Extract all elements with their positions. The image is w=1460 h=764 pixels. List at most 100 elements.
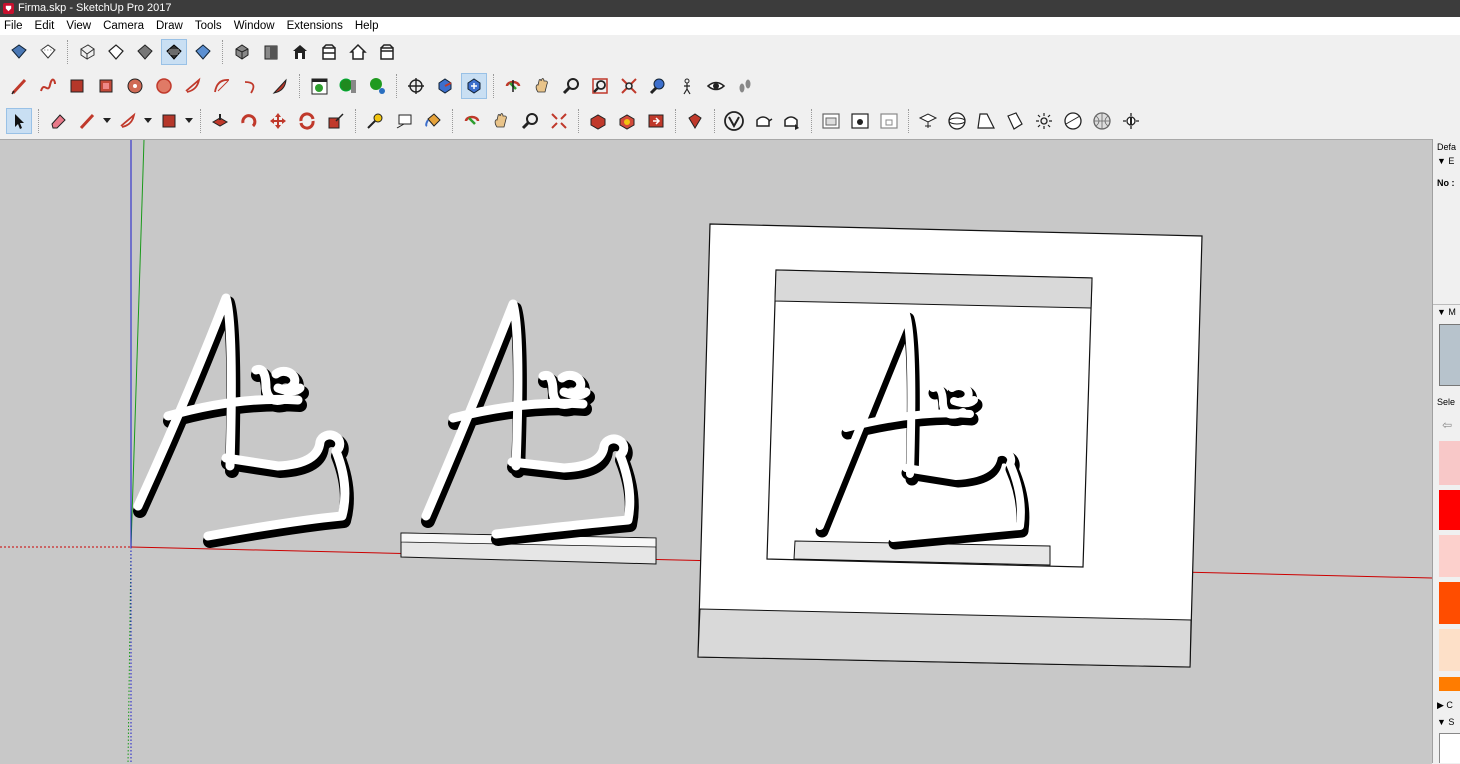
zoom-extents-tool-icon[interactable] <box>616 73 642 99</box>
material-swatch-1[interactable] <box>1439 441 1460 485</box>
position-camera-person-icon[interactable] <box>674 73 700 99</box>
arc-dropdown-arrow-icon[interactable] <box>144 108 152 134</box>
3d-warehouse-icon[interactable] <box>585 108 611 134</box>
right-view-icon[interactable] <box>316 39 342 65</box>
back-arrow-icon[interactable]: ⇦ <box>1442 418 1452 432</box>
shape-dropdown-arrow-icon[interactable] <box>185 108 193 134</box>
look-around-eye-icon[interactable] <box>703 73 729 99</box>
tape-measure-tool-icon[interactable] <box>362 108 388 134</box>
line-tool-icon[interactable] <box>6 73 32 99</box>
extension-warehouse-icon[interactable] <box>614 108 640 134</box>
back-view-icon[interactable] <box>345 39 371 65</box>
vray-spot-light-icon[interactable] <box>973 108 999 134</box>
shaded-textures-style-icon[interactable] <box>161 39 187 65</box>
hidden-line-style-icon[interactable] <box>103 39 129 65</box>
previous-view-icon[interactable] <box>645 73 671 99</box>
menu-draw[interactable]: Draw <box>151 20 190 32</box>
entity-info-header[interactable]: ▼ E <box>1437 156 1454 166</box>
material-swatch-3[interactable] <box>1439 535 1460 577</box>
two-point-arc-tool-icon[interactable] <box>209 73 235 99</box>
position-camera-icon[interactable] <box>403 73 429 99</box>
vray-sun-light-icon[interactable] <box>1118 108 1144 134</box>
xray-style-icon[interactable] <box>6 39 32 65</box>
model-scene[interactable] <box>0 140 1432 764</box>
vray-dome-light-icon[interactable] <box>1060 108 1086 134</box>
follow-me-tool-icon[interactable] <box>236 108 262 134</box>
arc-tool-icon[interactable] <box>180 73 206 99</box>
signature-model-2[interactable] <box>400 299 657 565</box>
shaded-style-icon[interactable] <box>132 39 158 65</box>
pie-tool-icon[interactable] <box>267 73 293 99</box>
zoom-extents-tool-icon-2[interactable] <box>546 108 572 134</box>
extension-manager-icon[interactable] <box>682 108 708 134</box>
share-model-icon[interactable] <box>643 108 669 134</box>
vray-teapot-render-icon[interactable] <box>750 108 776 134</box>
top-view-icon[interactable] <box>258 39 284 65</box>
scale-tool-icon[interactable] <box>323 108 349 134</box>
styles-header[interactable]: ▼ S <box>1437 717 1454 727</box>
back-edges-style-icon[interactable] <box>35 39 61 65</box>
line-tool-icon-2[interactable] <box>74 108 100 134</box>
select-tool-icon[interactable] <box>6 108 32 134</box>
vray-asset-editor-icon[interactable] <box>847 108 873 134</box>
menu-file[interactable]: File <box>0 20 30 32</box>
menu-help[interactable]: Help <box>350 20 386 32</box>
rotated-rectangle-tool-icon[interactable] <box>93 73 119 99</box>
material-swatch-2[interactable] <box>1439 490 1460 530</box>
vray-ies-light-icon[interactable] <box>1002 108 1028 134</box>
vray-sphere-light-icon[interactable] <box>944 108 970 134</box>
monochrome-style-icon[interactable] <box>190 39 216 65</box>
vray-omni-light-icon[interactable] <box>1031 108 1057 134</box>
pan-tool-icon-2[interactable] <box>488 108 514 134</box>
menu-camera[interactable]: Camera <box>98 20 151 32</box>
vray-lock-camera-icon[interactable] <box>876 108 902 134</box>
iso-view-icon[interactable] <box>229 39 255 65</box>
menu-view[interactable]: View <box>61 20 98 32</box>
drawing-viewport[interactable] <box>0 139 1432 764</box>
pan-tool-icon[interactable] <box>529 73 555 99</box>
orbit-tool-icon[interactable] <box>500 73 526 99</box>
components-trees-icon[interactable] <box>335 73 361 99</box>
menu-window[interactable]: Window <box>229 20 282 32</box>
zoom-tool-icon[interactable] <box>558 73 584 99</box>
three-point-arc-tool-icon[interactable] <box>238 73 264 99</box>
vray-logo-icon[interactable] <box>721 108 747 134</box>
materials-header[interactable]: ▼ M <box>1437 307 1456 317</box>
zoom-window-tool-icon[interactable] <box>587 73 613 99</box>
orbit-tool-icon-2[interactable] <box>459 108 485 134</box>
material-swatch-6[interactable] <box>1439 677 1460 691</box>
select-tab[interactable]: Sele <box>1437 397 1455 407</box>
look-around-camera-icon[interactable] <box>461 73 487 99</box>
rotate-tool-icon[interactable] <box>294 108 320 134</box>
walk-camera-icon[interactable] <box>432 73 458 99</box>
dimension-tool-icon[interactable] <box>391 108 417 134</box>
menu-edit[interactable]: Edit <box>30 20 62 32</box>
zoom-tool-icon-2[interactable] <box>517 108 543 134</box>
wireframe-style-icon[interactable] <box>74 39 100 65</box>
arc-tool-icon-2[interactable] <box>115 108 141 134</box>
material-swatch-5[interactable] <box>1439 629 1460 671</box>
freehand-tool-icon[interactable] <box>35 73 61 99</box>
material-swatch-4[interactable] <box>1439 582 1460 624</box>
vray-infinite-plane-icon[interactable] <box>1089 108 1115 134</box>
menu-extensions[interactable]: Extensions <box>282 20 350 32</box>
circle-tool-icon[interactable] <box>122 73 148 99</box>
vray-rect-light-icon[interactable] <box>915 108 941 134</box>
polygon-tool-icon[interactable] <box>151 73 177 99</box>
signature-model-1[interactable] <box>133 293 354 548</box>
line-dropdown-arrow-icon[interactable] <box>103 108 111 134</box>
left-view-icon[interactable] <box>374 39 400 65</box>
picture-frame-model[interactable] <box>697 223 1203 668</box>
walk-footprints-icon[interactable] <box>732 73 758 99</box>
eraser-tool-icon[interactable] <box>45 108 71 134</box>
push-pull-tool-icon[interactable] <box>207 108 233 134</box>
move-tool-icon[interactable] <box>265 108 291 134</box>
vray-frame-buffer-icon[interactable] <box>818 108 844 134</box>
front-view-icon[interactable] <box>287 39 313 65</box>
shape-tool-icon[interactable] <box>156 108 182 134</box>
vray-interactive-render-icon[interactable] <box>779 108 805 134</box>
menu-tools[interactable]: Tools <box>190 20 229 32</box>
3d-warehouse-tree-icon[interactable] <box>364 73 390 99</box>
sandbox-from-contours-icon[interactable] <box>306 73 332 99</box>
rectangle-tool-icon[interactable] <box>64 73 90 99</box>
